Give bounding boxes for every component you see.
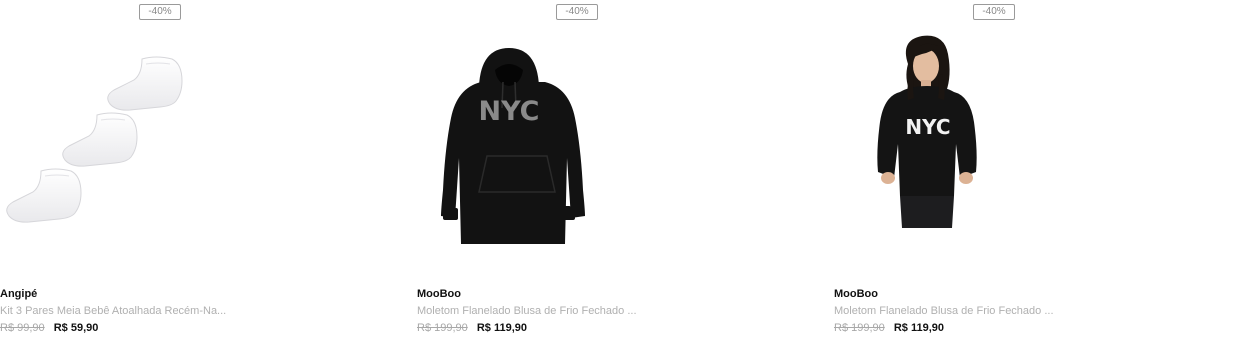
current-price: R$ 119,90: [476, 322, 527, 334]
model-hoodie-image: NYC: [877, 35, 977, 228]
hoodie-image: NYC: [441, 48, 585, 244]
product-card[interactable]: -40% Angipé Kit 3 Pares Meia Bebê Atoalh…: [0, 0, 400, 348]
product-card[interactable]: -40% NYC MooBoo Moletom Flanelado Blusa …: [834, 0, 1234, 348]
price-row: R$ 199,90 R$ 119,90: [834, 322, 944, 334]
product-image-socks[interactable]: [0, 24, 400, 280]
product-image-hoodie[interactable]: NYC: [417, 24, 817, 280]
product-brand: MooBoo: [417, 288, 461, 300]
product-name-link[interactable]: Moletom Flanelado Blusa de Frio Fechado …: [417, 305, 637, 317]
product-name-link[interactable]: Kit 3 Pares Meia Bebê Atoalhada Recém-Na…: [0, 305, 226, 317]
product-brand: Angipé: [0, 288, 38, 300]
product-brand: MooBoo: [834, 288, 878, 300]
price-row: R$ 199,90 R$ 119,90: [417, 322, 527, 334]
socks-image: [6, 56, 183, 223]
price-row: R$ 99,90 R$ 59,90: [0, 322, 98, 334]
old-price: R$ 199,90: [834, 322, 885, 334]
nyc-print: NYC: [905, 115, 950, 139]
discount-badge: -40%: [139, 4, 181, 20]
product-card[interactable]: -40% NYC MooBoo Moletom Flanelado Blusa: [417, 0, 817, 348]
product-name-link[interactable]: Moletom Flanelado Blusa de Frio Fechado …: [834, 305, 1054, 317]
old-price: R$ 99,90: [0, 322, 45, 334]
nyc-print: NYC: [478, 96, 539, 127]
current-price: R$ 119,90: [893, 322, 944, 334]
discount-badge: -40%: [556, 4, 598, 20]
current-price: R$ 59,90: [53, 322, 99, 334]
old-price: R$ 199,90: [417, 322, 468, 334]
discount-badge: -40%: [973, 4, 1015, 20]
product-image-model-hoodie[interactable]: NYC: [834, 24, 1234, 280]
